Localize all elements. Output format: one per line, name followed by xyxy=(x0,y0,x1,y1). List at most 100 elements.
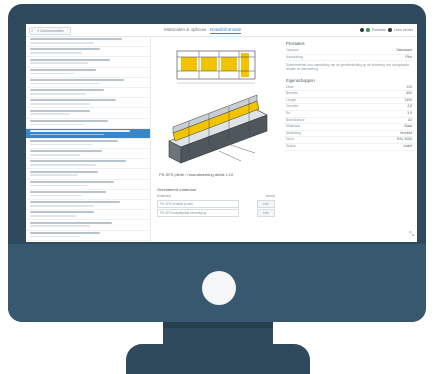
isometric-drawing xyxy=(159,89,275,169)
status-area: Prestatie Lees verder xyxy=(360,27,413,33)
list-item-subtitle xyxy=(30,124,84,126)
related-col-left: Materiaal xyxy=(157,194,171,198)
tab-detail-info[interactable]: Detailinformatie xyxy=(210,27,241,34)
list-item-subtitle xyxy=(30,42,94,44)
property-value: 4,8 xyxy=(407,104,412,110)
list-item[interactable] xyxy=(26,68,150,78)
top-bar: ⌕ ≡ Zoekresultaten Materialen & opbouw D… xyxy=(26,24,417,37)
list-item[interactable] xyxy=(26,190,150,200)
property-key: Opbouw xyxy=(286,48,299,54)
list-item-title xyxy=(30,120,108,122)
list-item-title xyxy=(30,171,98,173)
property-key: Aansluiting xyxy=(286,55,303,61)
list-item-title xyxy=(30,48,100,50)
section-title: Eigenschappen xyxy=(286,78,414,83)
related-row: PS-SFS detailkit profiel Info xyxy=(157,200,275,207)
property-key: Gewicht xyxy=(286,104,298,110)
tab-materials[interactable]: Materialen & opbouw xyxy=(164,27,206,32)
list-item-title xyxy=(30,99,116,101)
list-item-title xyxy=(30,110,90,112)
list-item-title xyxy=(30,59,110,61)
section-drawing xyxy=(173,45,259,87)
monitor-stand-base xyxy=(126,344,310,374)
list-item[interactable] xyxy=(26,119,150,129)
list-item[interactable] xyxy=(26,57,150,67)
list-item[interactable] xyxy=(26,180,150,190)
property-row: Opbouw Standaard xyxy=(284,48,414,55)
detail-view: PS-SFS plinth / muurafwerking detail 1:1… xyxy=(151,37,281,242)
list-item-subtitle xyxy=(30,144,92,146)
related-row-button[interactable]: Info xyxy=(257,209,275,217)
list-item[interactable] xyxy=(26,78,150,88)
list-item[interactable] xyxy=(26,159,150,169)
list-item[interactable] xyxy=(26,37,150,47)
user-icon[interactable] xyxy=(388,28,392,32)
related-row-name[interactable]: PS-SFS isolatieplaat bevestiging xyxy=(157,209,239,217)
power-button[interactable] xyxy=(202,271,236,305)
property-key: Dikte xyxy=(286,85,294,91)
list-item[interactable] xyxy=(26,129,150,139)
list-item-title xyxy=(30,38,122,40)
list-item-title xyxy=(30,181,114,183)
property-row: AansluitingPlint xyxy=(284,55,414,62)
status-dot-green xyxy=(366,28,370,32)
property-row: Lengte2400 xyxy=(284,98,414,105)
property-value: RAL 9006 xyxy=(397,137,412,143)
monitor-stand-shadow xyxy=(163,322,273,328)
list-item-subtitle xyxy=(30,174,78,176)
list-item-subtitle xyxy=(30,164,96,166)
list-item[interactable] xyxy=(26,220,150,230)
list-item-subtitle xyxy=(30,62,88,64)
list-item-subtitle xyxy=(30,52,82,54)
status-label-2[interactable]: Lees verder xyxy=(394,28,413,32)
list-item[interactable] xyxy=(26,241,150,242)
list-item[interactable] xyxy=(26,200,150,210)
list-item[interactable] xyxy=(26,88,150,98)
list-item-title xyxy=(30,130,130,132)
list-item-title xyxy=(30,160,126,162)
drawing-caption: PS-SFS plinth / muurafwerking detail 1:1… xyxy=(159,172,279,177)
related-row: PS-SFS isolatieplaat bevestiging Info xyxy=(157,209,275,216)
search-input[interactable]: ⌕ ≡ Zoekresultaten xyxy=(29,27,71,35)
property-row: StatusActief xyxy=(284,144,414,151)
list-item[interactable] xyxy=(26,47,150,57)
resize-icon[interactable]: ⤡ xyxy=(409,232,414,239)
related-title: Gerelateerd materiaal xyxy=(157,187,275,192)
list-item[interactable] xyxy=(26,231,150,241)
list-item[interactable] xyxy=(26,98,150,108)
related-row-button[interactable]: Info xyxy=(257,200,275,208)
property-key: Rc xyxy=(286,111,290,117)
property-key: Lengte xyxy=(286,98,296,104)
properties-panel: Prestaties OpbouwStandaardAansluitingPli… xyxy=(284,37,414,242)
results-list xyxy=(26,37,151,242)
list-item[interactable] xyxy=(26,139,150,149)
list-item-title xyxy=(30,222,112,224)
related-col-right: Aantal xyxy=(265,194,275,198)
list-item-subtitle xyxy=(30,83,100,85)
list-item-title xyxy=(30,69,96,71)
list-item[interactable] xyxy=(26,108,150,118)
list-item-subtitle xyxy=(30,93,86,95)
list-item-title xyxy=(30,201,120,203)
list-item-subtitle xyxy=(30,103,90,105)
search-text: ≡ Zoekresultaten xyxy=(37,29,64,33)
property-row: Breedte600 xyxy=(284,91,414,98)
list-item[interactable] xyxy=(26,149,150,159)
property-key: Kleur xyxy=(286,137,294,143)
property-row: BrandklasseA2 xyxy=(284,118,414,125)
status-dot xyxy=(360,28,364,32)
list-item[interactable] xyxy=(26,210,150,220)
related-row-name[interactable]: PS-SFS detailkit profiel xyxy=(157,200,239,208)
property-value: A2 xyxy=(408,118,412,124)
related-header: Materiaal Aantal xyxy=(157,194,275,198)
property-key: Breedte xyxy=(286,91,298,97)
property-row: Dikte120 xyxy=(284,85,414,92)
property-row: Rc 3,5 xyxy=(284,111,414,118)
status-label-1[interactable]: Prestatie xyxy=(372,28,386,32)
list-item-subtitle xyxy=(30,113,70,115)
list-item-title xyxy=(30,150,102,152)
property-value: 3,5 xyxy=(407,111,412,117)
property-row: Gewicht 4,8 xyxy=(284,104,414,111)
list-item[interactable] xyxy=(26,169,150,179)
property-value: Standaard xyxy=(396,48,412,54)
